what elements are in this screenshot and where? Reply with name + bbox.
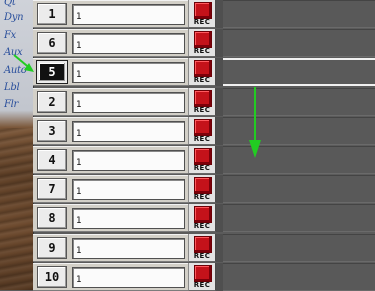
- track-controls: 61: [33, 29, 188, 57]
- record-led-icon: [194, 60, 212, 77]
- track-row[interactable]: 6 1 REC: [33, 29, 375, 57]
- record-arm-button[interactable]: REC: [188, 88, 216, 116]
- track-lane[interactable]: [223, 263, 375, 291]
- track-number-button[interactable]: 8: [37, 207, 67, 229]
- track-list: 1 1 REC 6 1 REC 5 1 REC 2 1 REC 3 1 REC 4 1 REC 7 1 REC 8 1 REC…: [33, 0, 375, 291]
- track-number-button[interactable]: 10: [37, 266, 67, 288]
- track-lane[interactable]: [223, 88, 375, 116]
- record-led-icon: [194, 90, 212, 107]
- record-arm-button[interactable]: REC: [188, 117, 216, 145]
- track-number-button[interactable]: 7: [37, 178, 67, 200]
- side-menu-item-lbl[interactable]: Lbl: [4, 82, 32, 93]
- track-lane[interactable]: [223, 234, 375, 262]
- side-menu-item-dyn[interactable]: Dyn: [4, 12, 32, 23]
- track-lane[interactable]: [223, 0, 375, 28]
- side-menu-item-qt[interactable]: Qt: [4, 0, 32, 8]
- track-row[interactable]: 5 1 REC: [33, 58, 375, 86]
- track-lane[interactable]: [223, 146, 375, 174]
- record-arm-button[interactable]: REC: [188, 29, 216, 57]
- track-controls: 41: [33, 146, 188, 174]
- record-label: REC: [193, 222, 211, 230]
- record-label: REC: [193, 47, 211, 55]
- track-name-field[interactable]: 1: [72, 208, 185, 229]
- track-controls: 51: [33, 58, 188, 86]
- track-controls: 31: [33, 117, 188, 145]
- track-lane[interactable]: [223, 117, 375, 145]
- track-lane[interactable]: [223, 175, 375, 203]
- record-arm-button[interactable]: REC: [188, 234, 216, 262]
- record-led-icon: [194, 148, 212, 165]
- track-row[interactable]: 10 1 REC: [33, 263, 375, 291]
- track-number-button[interactable]: 9: [37, 237, 67, 259]
- track-name-field[interactable]: 1: [72, 238, 185, 259]
- track-row[interactable]: 3 1 REC: [33, 117, 375, 145]
- wood-texture: [0, 128, 33, 290]
- track-row[interactable]: 9 1 REC: [33, 234, 375, 262]
- side-menu-item-fx[interactable]: Fx: [4, 30, 32, 41]
- track-number-button[interactable]: 5: [36, 60, 68, 84]
- record-led-icon: [194, 265, 212, 282]
- track-name-field[interactable]: 1: [72, 62, 185, 83]
- track-controls: 11: [33, 0, 188, 28]
- track-row[interactable]: 7 1 REC: [33, 175, 375, 203]
- record-arm-button[interactable]: REC: [188, 204, 216, 232]
- side-menu-item-flr[interactable]: Flr: [4, 99, 32, 110]
- track-name-field[interactable]: 1: [72, 121, 185, 142]
- track-number-button[interactable]: 4: [37, 149, 67, 171]
- record-label: REC: [193, 76, 211, 84]
- track-controls: 81: [33, 204, 188, 232]
- track-row[interactable]: 2 1 REC: [33, 88, 375, 116]
- side-menu: Qt Dyn Fx Aux Auto Lbl Flr: [0, 0, 34, 290]
- record-label: REC: [193, 252, 211, 260]
- record-led-icon: [194, 206, 212, 223]
- track-name-field[interactable]: 1: [72, 33, 185, 54]
- track-lane[interactable]: [223, 58, 375, 86]
- track-controls: 10 1: [33, 263, 188, 291]
- track-number-button[interactable]: 3: [37, 120, 67, 142]
- track-controls: 91: [33, 234, 188, 262]
- record-label: REC: [193, 135, 211, 143]
- track-controls: 71: [33, 175, 188, 203]
- record-arm-button[interactable]: REC: [188, 58, 216, 86]
- track-name-field[interactable]: 1: [72, 179, 185, 200]
- record-led-icon: [194, 31, 212, 48]
- record-arm-button[interactable]: REC: [188, 146, 216, 174]
- track-name-field[interactable]: 1: [72, 92, 185, 113]
- record-arm-button[interactable]: REC: [188, 0, 216, 28]
- track-row[interactable]: 4 1 REC: [33, 146, 375, 174]
- track-row[interactable]: 1 1 REC: [33, 0, 375, 28]
- track-lane[interactable]: [223, 204, 375, 232]
- side-menu-item-aux[interactable]: Aux: [4, 47, 32, 58]
- record-arm-button[interactable]: REC: [188, 175, 216, 203]
- track-name-field[interactable]: 1: [72, 150, 185, 171]
- track-name-field[interactable]: 1: [72, 4, 185, 25]
- record-led-icon: [194, 177, 212, 194]
- record-label: REC: [193, 281, 211, 289]
- record-arm-button[interactable]: REC: [188, 263, 216, 291]
- record-label: REC: [193, 18, 211, 26]
- track-number-button[interactable]: 6: [37, 32, 67, 54]
- track-controls: 21: [33, 88, 188, 116]
- record-label: REC: [193, 193, 211, 201]
- track-number-button[interactable]: 2: [37, 91, 67, 113]
- side-menu-item-auto[interactable]: Auto: [4, 65, 32, 76]
- track-name-field[interactable]: 1: [72, 267, 185, 288]
- record-label: REC: [193, 164, 211, 172]
- track-lane[interactable]: [223, 29, 375, 57]
- record-led-icon: [194, 2, 212, 19]
- record-led-icon: [194, 119, 212, 136]
- record-label: REC: [193, 106, 211, 114]
- record-led-icon: [194, 236, 212, 253]
- track-number-button[interactable]: 1: [37, 3, 67, 25]
- track-row[interactable]: 8 1 REC: [33, 204, 375, 232]
